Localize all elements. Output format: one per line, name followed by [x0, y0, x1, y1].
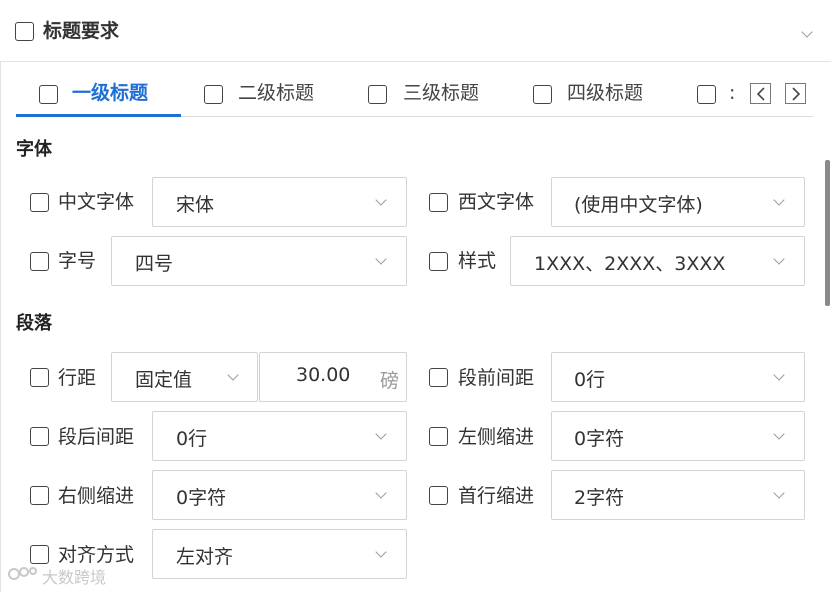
font-size-select[interactable]: 四号 — [111, 236, 407, 286]
line-spacing-unit: 磅 — [380, 370, 400, 392]
chinese-font-value: 宋体 — [176, 194, 215, 216]
chevron-down-icon — [227, 369, 239, 381]
numbering-style-select[interactable]: 1XXX、2XXX、3XXX — [510, 236, 805, 286]
tab-scroll-right-button[interactable] — [785, 83, 806, 104]
alignment-value: 左对齐 — [176, 546, 234, 568]
panel-border — [0, 62, 1, 592]
alignment-select[interactable]: 左对齐 — [152, 529, 407, 579]
section-title: 标题要求 — [43, 20, 120, 42]
tab-level-4-label[interactable]: 四级标题 — [567, 81, 643, 105]
chevron-down-icon — [375, 428, 387, 440]
space-after-label: 段后间距 — [58, 426, 135, 448]
alignment-checkbox[interactable] — [30, 545, 49, 564]
font-size-checkbox[interactable] — [30, 252, 49, 271]
chevron-down-icon — [375, 253, 387, 265]
watermark-text: 大数跨境 — [42, 568, 107, 587]
space-before-checkbox[interactable] — [429, 368, 448, 387]
space-before-select[interactable]: 0行 — [551, 352, 805, 402]
right-indent-select[interactable]: 0字符 — [152, 470, 407, 520]
left-indent-select[interactable]: 0字符 — [551, 411, 805, 461]
western-font-value: (使用中文字体) — [574, 194, 703, 216]
western-font-select[interactable]: (使用中文字体) — [551, 177, 805, 227]
first-line-indent-select[interactable]: 2字符 — [551, 470, 805, 520]
chinese-font-select[interactable]: 宋体 — [152, 177, 407, 227]
left-indent-label: 左侧缩进 — [458, 426, 535, 448]
title-requirements-checkbox[interactable] — [15, 22, 34, 41]
active-tab-indicator — [16, 114, 181, 117]
chevron-down-icon — [773, 428, 785, 440]
font-size-label: 字号 — [58, 250, 97, 272]
numbering-style-value: 1XXX、2XXX、3XXX — [534, 253, 726, 275]
right-indent-label: 右侧缩进 — [58, 485, 135, 507]
chevron-down-icon[interactable] — [801, 26, 813, 38]
line-spacing-checkbox[interactable] — [30, 368, 49, 387]
numbering-style-label: 样式 — [458, 250, 497, 272]
tab-level-5-label[interactable]: : — [729, 81, 735, 105]
line-spacing-mode-value: 固定值 — [135, 369, 193, 391]
section-header[interactable]: 标题要求 — [0, 0, 831, 62]
paragraph-section-title: 段落 — [16, 313, 52, 334]
first-line-indent-value: 2字符 — [574, 487, 625, 509]
chevron-down-icon — [375, 487, 387, 499]
right-indent-checkbox[interactable] — [30, 486, 49, 505]
space-after-select[interactable]: 0行 — [152, 411, 407, 461]
tab-level-2-checkbox[interactable] — [204, 85, 223, 104]
chevron-down-icon — [375, 194, 387, 206]
western-font-label: 西文字体 — [458, 191, 535, 213]
western-font-checkbox[interactable] — [429, 193, 448, 212]
line-spacing-amount-value: 30.00 — [296, 364, 351, 386]
line-spacing-amount-input[interactable]: 30.00 磅 — [259, 352, 407, 402]
chevron-down-icon — [773, 369, 785, 381]
first-line-indent-checkbox[interactable] — [429, 486, 448, 505]
right-indent-value: 0字符 — [176, 487, 227, 509]
space-before-label: 段前间距 — [458, 367, 535, 389]
chinese-font-label: 中文字体 — [58, 191, 135, 213]
tab-level-3-label[interactable]: 三级标题 — [403, 81, 479, 105]
chevron-down-icon — [773, 487, 785, 499]
tab-level-1-label[interactable]: 一级标题 — [72, 81, 148, 105]
space-after-value: 0行 — [176, 428, 208, 450]
tab-level-1-checkbox[interactable] — [39, 85, 58, 104]
tab-scroll-left-button[interactable] — [750, 83, 771, 104]
tab-level-5-checkbox[interactable] — [697, 85, 716, 104]
left-indent-checkbox[interactable] — [429, 427, 448, 446]
watermark-logo-icon — [8, 567, 37, 580]
font-size-value: 四号 — [135, 253, 174, 275]
font-section-title: 字体 — [16, 139, 52, 160]
space-before-value: 0行 — [574, 369, 606, 391]
chevron-right-icon — [792, 87, 801, 101]
watermark: 大数跨境 — [6, 563, 106, 587]
chinese-font-checkbox[interactable] — [30, 193, 49, 212]
left-indent-value: 0字符 — [574, 428, 625, 450]
tab-level-4-checkbox[interactable] — [533, 85, 552, 104]
tab-level-2-label[interactable]: 二级标题 — [238, 81, 314, 105]
numbering-style-checkbox[interactable] — [429, 252, 448, 271]
chevron-left-icon — [756, 87, 765, 101]
chevron-down-icon — [773, 194, 785, 206]
space-after-checkbox[interactable] — [30, 427, 49, 446]
first-line-indent-label: 首行缩进 — [458, 485, 535, 507]
chevron-down-icon — [773, 253, 785, 265]
vertical-scrollbar[interactable] — [825, 160, 830, 306]
line-spacing-mode-select[interactable]: 固定值 — [111, 352, 258, 402]
chevron-down-icon — [375, 546, 387, 558]
line-spacing-label: 行距 — [58, 367, 97, 389]
tab-level-3-checkbox[interactable] — [368, 85, 387, 104]
heading-level-tabs: 一级标题 二级标题 三级标题 四级标题 : — [0, 62, 812, 118]
